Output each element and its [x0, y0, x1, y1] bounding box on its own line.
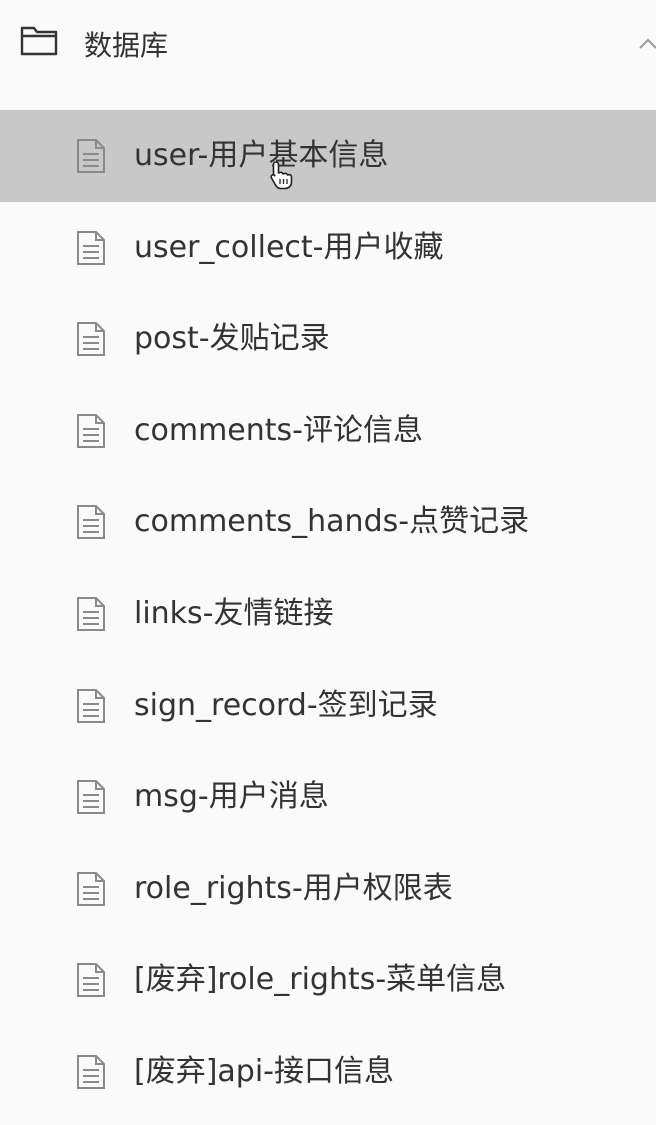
- document-icon: [77, 780, 105, 815]
- document-icon: [77, 871, 105, 906]
- chevron-up-icon[interactable]: [638, 36, 656, 50]
- list-item-label: role_rights-用户权限表: [134, 870, 453, 906]
- document-icon: [77, 139, 105, 173]
- folder-icon: [20, 26, 58, 56]
- document-icon: [77, 230, 105, 265]
- list-item-label: msg-用户消息: [134, 779, 329, 815]
- list-item-role-rights[interactable]: role_rights-用户权限表: [0, 843, 656, 935]
- list-item-deprecated-api[interactable]: [废弃]api-接口信息: [0, 1026, 656, 1118]
- list-item-post[interactable]: post-发贴记录: [0, 293, 656, 385]
- list-item-label: comments-评论信息: [134, 412, 423, 448]
- list-item-label: user_collect-用户收藏: [134, 229, 444, 265]
- folder-title: 数据库: [84, 29, 169, 62]
- list-item-comments[interactable]: comments-评论信息: [0, 385, 656, 477]
- document-icon: [77, 505, 105, 540]
- list-item-label: sign_record-签到记录: [134, 687, 438, 723]
- document-icon: [77, 688, 105, 723]
- document-icon: [77, 963, 105, 998]
- document-icon: [77, 1054, 105, 1089]
- list-item-label: comments_hands-点赞记录: [134, 504, 530, 540]
- list-item-label: links-友情链接: [134, 595, 334, 631]
- list-item-user-collect[interactable]: user_collect-用户收藏: [0, 202, 656, 294]
- list-item-label: user-用户基本信息: [134, 138, 389, 173]
- document-icon: [77, 596, 105, 631]
- list-item-user[interactable]: user-用户基本信息: [0, 110, 656, 202]
- list-item-msg[interactable]: msg-用户消息: [0, 751, 656, 843]
- list-item-links[interactable]: links-友情链接: [0, 568, 656, 660]
- document-list: user-用户基本信息 user_collect-用户收藏 post-发贴记录 …: [0, 110, 656, 1118]
- document-icon: [77, 322, 105, 357]
- list-item-comments-hands[interactable]: comments_hands-点赞记录: [0, 476, 656, 568]
- list-item-sign-record[interactable]: sign_record-签到记录: [0, 660, 656, 752]
- list-item-label: [废弃]api-接口信息: [134, 1053, 394, 1089]
- folder-header-database[interactable]: 数据库: [0, 0, 656, 92]
- document-icon: [77, 413, 105, 448]
- list-item-deprecated-menu[interactable]: [废弃]role_rights-菜单信息: [0, 934, 656, 1026]
- list-item-label: post-发贴记录: [134, 321, 330, 357]
- list-item-label: [废弃]role_rights-菜单信息: [134, 962, 507, 998]
